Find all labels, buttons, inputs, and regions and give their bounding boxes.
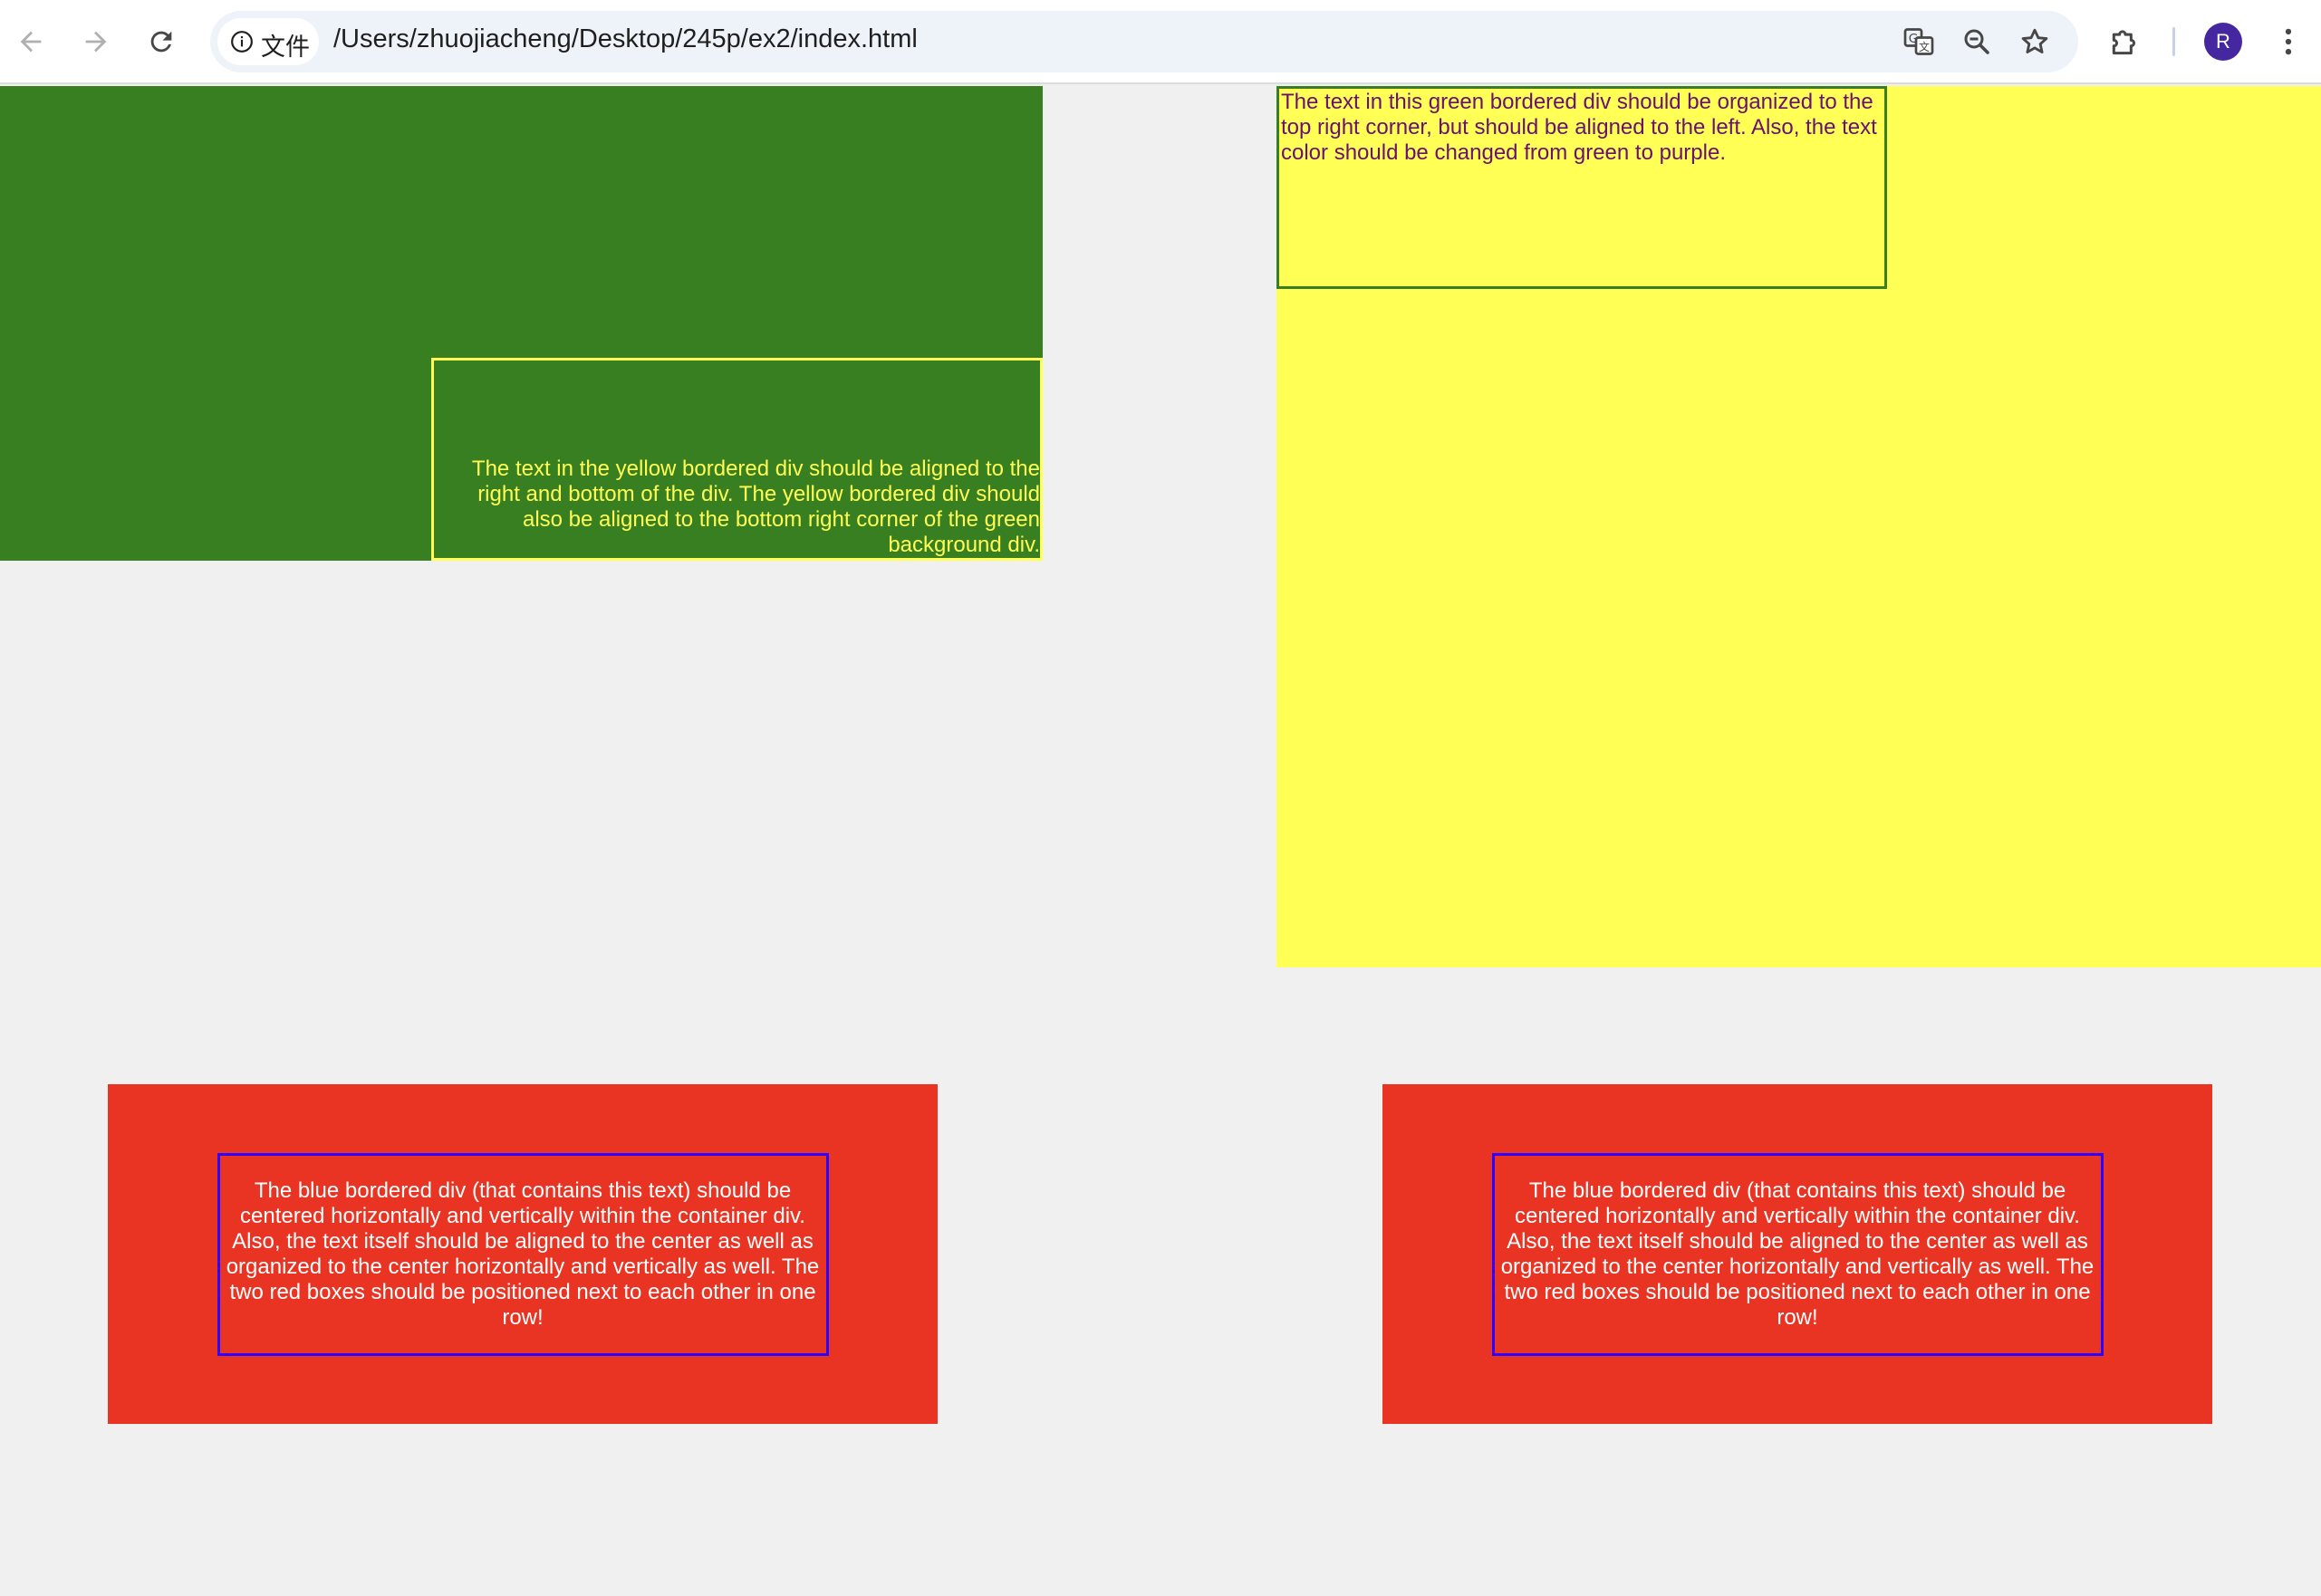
reload-icon [150, 31, 172, 53]
menu-button[interactable] [2263, 16, 2314, 67]
zoom-button[interactable] [1955, 20, 1998, 63]
reload-button[interactable] [136, 16, 187, 67]
yellow-bordered-text: The text in the yellow bordered div shou… [471, 457, 1040, 557]
red-container-right: The blue bordered div (that contains thi… [1382, 1084, 2212, 1424]
address-bar[interactable]: 文件 /Users/zhuojiacheng/Desktop/245p/ex2/… [210, 11, 2078, 72]
blue-bordered-text-right: The blue bordered div (that contains thi… [1500, 1178, 2095, 1330]
zoom-out-icon [1964, 29, 1989, 54]
forward-button[interactable] [71, 16, 121, 67]
extensions-button[interactable] [2100, 16, 2151, 67]
blue-bordered-div-right: The blue bordered div (that contains thi… [1491, 1152, 2104, 1356]
back-button[interactable] [5, 16, 56, 67]
green-bordered-div: The text in this green bordered div shou… [1276, 86, 1887, 289]
red-container-left: The blue bordered div (that contains thi… [108, 1084, 938, 1424]
translate-button[interactable]: G 文 [1897, 20, 1941, 63]
info-icon [231, 31, 253, 53]
toolbar-divider [2172, 27, 2175, 56]
url-text[interactable]: /Users/zhuojiacheng/Desktop/245p/ex2/ind… [333, 24, 918, 54]
bookmark-button[interactable] [2013, 20, 2056, 63]
svg-text:文: 文 [1919, 40, 1930, 53]
blue-bordered-div-left: The blue bordered div (that contains thi… [217, 1152, 829, 1356]
blue-bordered-text-left: The blue bordered div (that contains thi… [226, 1178, 820, 1330]
puzzle-icon [2112, 30, 2135, 55]
kebab-menu-icon [2285, 28, 2292, 55]
arrow-left-icon [20, 31, 42, 53]
translate-icon: G 文 [1903, 28, 1934, 55]
star-icon [2021, 28, 2048, 53]
green-bordered-text: The text in this green bordered div shou… [1281, 90, 1877, 165]
site-info-label: 文件 [261, 34, 310, 62]
browser-toolbar: 文件 /Users/zhuojiacheng/Desktop/245p/ex2/… [0, 0, 2321, 84]
arrow-right-icon [85, 31, 107, 53]
green-background-div: The text in the yellow bordered div shou… [0, 86, 1043, 561]
yellow-background-div: The text in this green bordered div shou… [1276, 86, 2321, 967]
profile-avatar[interactable]: R [2204, 23, 2242, 61]
yellow-bordered-div: The text in the yellow bordered div shou… [431, 358, 1043, 561]
